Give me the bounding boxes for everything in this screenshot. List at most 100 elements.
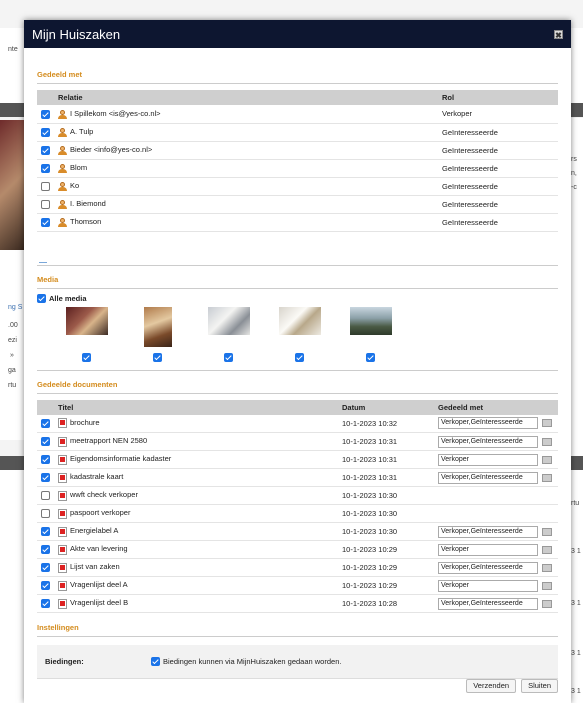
mijn-huiszaken-dialog: Mijn Huiszaken ✖ Gedeeld met Relatie Rol… [24, 20, 571, 703]
document-title[interactable]: Vragenlijst deel B [70, 598, 128, 607]
document-title[interactable]: meetrapport NEN 2580 [70, 436, 147, 445]
edit-icon[interactable] [542, 527, 552, 536]
document-title[interactable]: wwft check verkoper [70, 490, 138, 499]
edit-icon[interactable] [542, 545, 552, 554]
shared-with-field[interactable]: Verkoper,Geïnteresseerde [438, 435, 538, 448]
pdf-icon [58, 490, 67, 501]
document-title[interactable]: Vragenlijst deel A [70, 580, 128, 589]
relation-row: I. Biemond Geïnteresseerde [37, 195, 558, 214]
shared-with-field[interactable]: Verkoper,Geïnteresseerde [438, 417, 538, 430]
relation-checkbox[interactable] [41, 199, 50, 209]
pdf-icon [58, 526, 67, 537]
relation-checkbox[interactable] [41, 145, 50, 155]
document-row: Energielabel A 10-1-2023 10:30 Verkoper,Ge… [37, 522, 558, 541]
media-thumbnail[interactable] [65, 306, 108, 335]
document-date: 10-1-2023 10:31 [338, 450, 434, 469]
documents-title: Gedeelde documenten [37, 369, 558, 394]
all-media-checkbox[interactable] [37, 293, 46, 303]
document-checkbox[interactable] [41, 437, 50, 447]
shared-with-title: Gedeeld met [37, 70, 558, 84]
edit-icon[interactable] [542, 599, 552, 608]
relation-row: I Spillekom <is@yes-co.nl> Verkoper [37, 105, 558, 124]
document-checkbox[interactable] [41, 419, 50, 428]
document-checkbox[interactable] [41, 545, 50, 555]
relation-role: Geïnteresseerde [438, 141, 558, 160]
edit-icon[interactable] [542, 473, 552, 482]
close-button[interactable]: Sluiten [521, 679, 558, 693]
relation-role: Geïnteresseerde [438, 123, 558, 142]
document-checkbox[interactable] [41, 581, 50, 591]
edit-icon[interactable] [542, 563, 552, 572]
document-checkbox[interactable] [41, 473, 50, 483]
relation-row: A. Tulp Geïnteresseerde [37, 123, 558, 142]
document-row: Vragenlijst deel A 10-1-2023 10:29 Verkope… [37, 576, 558, 595]
document-title[interactable]: Energielabel A [70, 526, 118, 535]
media-checkbox[interactable] [295, 352, 304, 362]
media-checkbox[interactable] [366, 352, 375, 362]
biedingen-checkbox[interactable] [151, 657, 160, 666]
document-checkbox[interactable] [41, 491, 50, 501]
person-icon [58, 109, 67, 119]
edit-icon[interactable] [542, 419, 552, 428]
documents-table: Titel Datum Gedeeld met brochure 10-1-202… [37, 399, 558, 613]
document-row: brochure 10-1-2023 10:32 Verkoper,Geïntere… [37, 414, 558, 433]
media-thumbnail[interactable] [143, 306, 172, 347]
shared-with-table: Relatie Rol I Spillekom <is@yes-co.nl> Ve… [37, 90, 558, 232]
relation-role: Geïnteresseerde [438, 159, 558, 178]
media-item [122, 306, 193, 362]
document-title[interactable]: kadastrale kaart [70, 472, 123, 481]
media-checkbox[interactable] [82, 352, 91, 362]
media-thumbnail[interactable] [207, 306, 250, 335]
document-checkbox[interactable] [41, 509, 50, 519]
column-titel: Titel [54, 399, 338, 415]
document-title[interactable]: brochure [70, 418, 100, 427]
shared-with-field[interactable]: Verkoper,Geïnteresseerde [438, 525, 538, 538]
document-title[interactable]: Lijst van zaken [70, 562, 120, 571]
document-date: 10-1-2023 10:30 [338, 522, 434, 541]
relation-checkbox[interactable] [41, 217, 50, 227]
person-icon [58, 145, 67, 155]
biedingen-text: Biedingen kunnen via MijnHuiszaken gedaa… [163, 657, 342, 666]
edit-icon[interactable] [542, 581, 552, 590]
person-icon [58, 199, 67, 209]
send-button[interactable]: Verzenden [466, 679, 517, 693]
document-title[interactable]: Akte van levering [70, 544, 128, 553]
document-checkbox[interactable] [41, 599, 50, 609]
relation-checkbox[interactable] [41, 163, 50, 173]
edit-icon[interactable] [542, 437, 552, 446]
column-datum: Datum [338, 399, 434, 415]
shared-with-field[interactable]: Verkoper [438, 579, 538, 592]
pdf-icon [58, 472, 67, 483]
shared-with-field[interactable]: Verkoper [438, 543, 538, 556]
person-icon [58, 217, 67, 227]
media-thumbnail[interactable] [278, 306, 321, 335]
relation-checkbox[interactable] [41, 109, 50, 119]
pdf-icon [58, 418, 67, 429]
shared-with-field[interactable]: Verkoper,Geïnteresseerde [438, 561, 538, 574]
document-title[interactable]: paspoort verkoper [70, 508, 130, 517]
shared-with-field[interactable]: Verkoper,Geïnteresseerde [438, 471, 538, 484]
document-checkbox[interactable] [41, 455, 50, 465]
media-checkbox[interactable] [224, 352, 233, 362]
document-date: 10-1-2023 10:32 [338, 414, 434, 433]
shared-with-field[interactable]: Verkoper [438, 453, 538, 466]
document-title[interactable]: Eigendomsinformatie kadaster [70, 454, 171, 463]
pdf-icon [58, 598, 67, 609]
relation-row: Blom Geïnteresseerde [37, 159, 558, 178]
all-media-label: Alle media [49, 293, 87, 303]
document-row: meetrapport NEN 2580 10-1-2023 10:31 Verko… [37, 432, 558, 451]
document-checkbox[interactable] [41, 563, 50, 573]
relation-checkbox[interactable] [41, 127, 50, 137]
relation-checkbox[interactable] [41, 181, 50, 191]
edit-icon[interactable] [542, 455, 552, 464]
relation-row: Thomson Geïnteresseerde [37, 213, 558, 232]
media-checkbox[interactable] [153, 352, 162, 362]
media-thumbnail[interactable] [349, 306, 392, 335]
dialog-titlebar: Mijn Huiszaken ✖ [24, 20, 571, 48]
relation-name: A. Tulp [70, 127, 94, 137]
shared-with-field[interactable]: Verkoper,Geïnteresseerde [438, 597, 538, 610]
document-row: Vragenlijst deel B 10-1-2023 10:28 Verkope… [37, 594, 558, 613]
document-checkbox[interactable] [41, 527, 50, 537]
relation-name: I Spillekom <is@yes-co.nl> [70, 108, 161, 118]
close-icon[interactable]: ✖ [554, 29, 563, 40]
